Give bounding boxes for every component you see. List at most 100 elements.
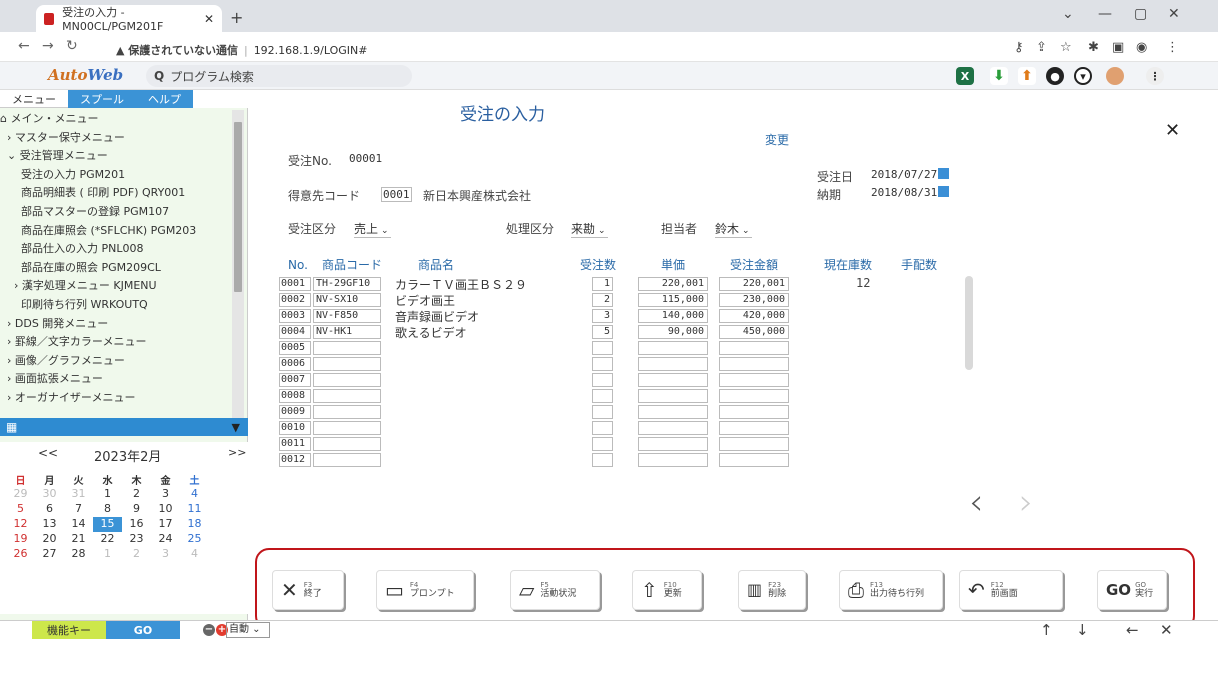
calendar-day[interactable]: 19 [6,532,35,547]
amount-field[interactable]: 230,000 [719,293,789,307]
star-icon[interactable]: ☆ [1060,40,1072,55]
menu-scrollbar[interactable] [232,110,244,418]
calendar-day[interactable]: 30 [35,487,64,502]
calendar-day[interactable]: 1 [93,487,122,502]
amount-field[interactable]: 220,001 [719,277,789,291]
calendar-day[interactable]: 8 [93,502,122,517]
qty-field[interactable] [592,389,613,403]
calendar-day[interactable]: 13 [35,517,64,532]
tab-close-icon[interactable]: ✕ [204,12,214,26]
calendar-day[interactable]: 29 [6,487,35,502]
menu-item-pgm201[interactable]: 受注の入力 PGM201 [0,166,232,185]
calendar-day[interactable]: 15 [93,517,122,532]
f23-delete-button[interactable]: ▥ F23 削除 [738,570,806,610]
qty-field[interactable] [592,357,613,371]
reload-icon[interactable]: ↻ [66,38,78,54]
unit-price-field[interactable] [638,341,708,355]
amount-field[interactable]: 420,000 [719,309,789,323]
calendar-day[interactable]: 26 [6,547,35,562]
url-field[interactable]: ▲ 保護されていない通信 | 192.168.1.9/LOGIN# [116,42,367,58]
more-icon[interactable]: ⋮ [1166,40,1179,55]
staff-select[interactable]: 鈴木 ⌄ [715,220,752,238]
unit-price-field[interactable]: 90,000 [638,325,708,339]
product-code-field[interactable]: NV-HK1 [313,325,381,339]
forward-icon[interactable]: → [42,38,54,54]
calendar-day[interactable]: 3 [151,487,180,502]
calendar-day[interactable]: 9 [122,502,151,517]
qty-field[interactable]: 3 [592,309,613,323]
menu-item-pgm203[interactable]: 商品在庫照会 (*SFLCHK) PGM203 [0,222,232,241]
app-logo[interactable]: AutoWeb [48,66,123,84]
avatar[interactable] [1106,67,1124,85]
calendar-day[interactable]: 7 [64,502,93,517]
unit-price-field[interactable]: 115,000 [638,293,708,307]
calendar-day[interactable]: 3 [151,547,180,562]
menu-item-main[interactable]: ⌂ メイン・メニュー [0,110,232,129]
menu-item-organizer[interactable]: › オーガナイザーメニュー [0,389,232,408]
due-date-field[interactable]: 2018/08/31 [871,186,950,199]
product-code-field[interactable] [313,437,381,451]
calendar-day[interactable]: 20 [35,532,64,547]
menu-item-line-color[interactable]: › 罫線／文字カラーメニュー [0,333,232,352]
calendar-day[interactable]: 22 [93,532,122,547]
unit-price-field[interactable]: 140,000 [638,309,708,323]
unit-price-field[interactable] [638,453,708,467]
product-code-field[interactable] [313,373,381,387]
f4-prompt-button[interactable]: ▭ F4 プロンプト [376,570,474,610]
arrow-down-icon[interactable]: ↓ [1076,621,1089,639]
qty-field[interactable]: 1 [592,277,613,291]
program-search[interactable]: Q プログラム検索 [146,65,412,87]
arrow-up-icon[interactable]: ↑ [1040,621,1053,639]
auto-select[interactable]: 自動 ⌄ [226,622,270,638]
close-form-icon[interactable]: ✕ [1165,120,1180,141]
share-icon[interactable]: ⇪ [1036,40,1047,55]
next-month-button[interactable]: >> [228,446,246,459]
amount-field[interactable] [719,357,789,371]
calendar-day[interactable]: 4 [180,487,209,502]
calendar-toggle-icon[interactable]: ▼ [232,421,240,434]
calendar-day[interactable]: 21 [64,532,93,547]
product-code-field[interactable] [313,421,381,435]
chat-icon[interactable]: ● [1046,67,1064,85]
profile-icon[interactable]: ◉ [1136,40,1147,55]
minus-icon[interactable]: − [203,624,215,636]
menu-item-screen-ext[interactable]: › 画面拡張メニュー [0,370,232,389]
menu-item-order-mgmt[interactable]: ⌄ 受注管理メニュー [0,147,232,166]
amount-field[interactable] [719,437,789,451]
tab-menu[interactable]: メニュー [0,90,68,108]
calendar-day[interactable]: 2 [122,547,151,562]
close-bottom-icon[interactable]: ✕ [1160,621,1173,639]
qty-field[interactable] [592,421,613,435]
customer-code-field[interactable]: 0001 [381,187,412,202]
extensions-icon[interactable]: ✱ [1088,40,1099,55]
unit-price-field[interactable] [638,389,708,403]
order-date-field[interactable]: 2018/07/27 [871,168,950,181]
unit-price-field[interactable] [638,405,708,419]
product-code-field[interactable]: NV-F850 [313,309,381,323]
calendar-day[interactable]: 10 [151,502,180,517]
calendar-day[interactable]: 2 [122,487,151,502]
calendar-day[interactable]: 27 [35,547,64,562]
tab-list-icon[interactable]: ⌄ [1062,6,1074,22]
new-tab-icon[interactable]: + [230,8,243,27]
back-icon[interactable]: ← [18,38,30,54]
menu-item-qry001[interactable]: 商品明細表 ( 印刷 PDF) QRY001 [0,184,232,203]
qty-field[interactable]: 2 [592,293,613,307]
calendar-day[interactable]: 4 [180,547,209,562]
menu-item-image-graph[interactable]: › 画像／グラフメニュー [0,352,232,371]
menu-item-pgm209cl[interactable]: 部品在庫の照会 PGM209CL [0,259,232,278]
menu-item-dds[interactable]: › DDS 開発メニュー [0,315,232,334]
tab-spool[interactable]: スプール [68,90,136,108]
amount-field[interactable] [719,405,789,419]
proc-type-select[interactable]: 来勘 ⌄ [571,220,608,238]
product-code-field[interactable] [313,389,381,403]
amount-field[interactable] [719,421,789,435]
calendar-day[interactable]: 14 [64,517,93,532]
arrow-left-icon[interactable]: ← [1126,621,1139,639]
function-key-button[interactable]: 機能キー [32,621,106,639]
qty-field[interactable]: 5 [592,325,613,339]
f3-exit-button[interactable]: ✕ F3 終了 [272,570,344,610]
amount-field[interactable] [719,341,789,355]
calendar-day[interactable]: 25 [180,532,209,547]
qty-field[interactable] [592,341,613,355]
